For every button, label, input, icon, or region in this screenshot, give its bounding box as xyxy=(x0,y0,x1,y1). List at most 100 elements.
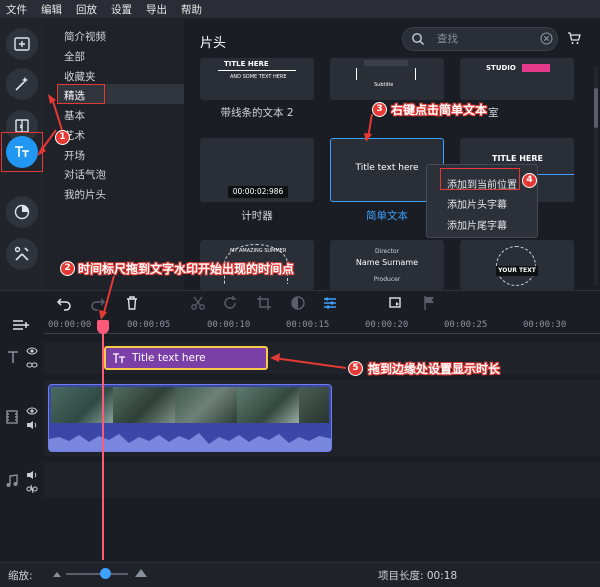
redo-icon[interactable] xyxy=(90,295,106,311)
tile-label-partial: 室 xyxy=(488,107,499,119)
menu-edit[interactable]: 编辑 xyxy=(41,2,62,17)
clip-properties-icon[interactable] xyxy=(322,295,338,311)
ruler-tick: 00:00:30 xyxy=(523,320,567,330)
titles-icon xyxy=(113,353,125,363)
featured-highlight-box xyxy=(57,84,105,104)
tile-art-text: Name Surname xyxy=(355,258,419,267)
title-tile-2[interactable]: Subtitle xyxy=(330,58,444,100)
ruler-tick: 00:00:15 xyxy=(286,320,330,330)
playhead-line[interactable] xyxy=(102,320,104,560)
tile-art-text: Subtitle xyxy=(374,82,394,88)
clear-icon[interactable] xyxy=(540,32,553,45)
video-thumbnail xyxy=(299,387,329,423)
category-my-titles[interactable]: 我的片头 xyxy=(64,187,106,202)
zoom-slider-knob[interactable] xyxy=(100,568,111,579)
tools-icon xyxy=(14,246,29,261)
titles-highlight-box xyxy=(1,132,43,172)
delete-icon[interactable] xyxy=(124,295,140,311)
category-basic[interactable]: 基本 xyxy=(64,108,85,123)
ruler-tick: 00:00:25 xyxy=(444,320,488,330)
playhead-handle[interactable] xyxy=(97,320,109,334)
crop-icon[interactable] xyxy=(256,295,272,311)
title-tile-credits[interactable]: Director Name Surname Producer xyxy=(330,240,444,290)
search-icon xyxy=(412,33,425,46)
title-tile-your-text[interactable]: YOUR TEXT xyxy=(460,240,574,290)
tile-timer-text: 00:00:02:986 xyxy=(228,186,288,198)
zoom-in-icon[interactable] xyxy=(134,568,148,578)
title-clip[interactable]: Title text here xyxy=(104,346,268,370)
tile-label-timer: 计时器 xyxy=(241,210,273,222)
menu-bar: 文件 编辑 回放 设置 导出 帮助 xyxy=(0,0,600,18)
video-clip[interactable] xyxy=(48,384,332,452)
category-favorites[interactable]: 收藏夹 xyxy=(64,69,96,84)
scrollbar-thumb[interactable] xyxy=(594,88,598,128)
video-thumbnail xyxy=(113,387,175,423)
tile-art-text: STUDIO xyxy=(486,64,516,72)
more-tools-button[interactable] xyxy=(6,238,38,270)
annotation-badge-5: 5 xyxy=(348,361,363,376)
menu-file[interactable]: 文件 xyxy=(6,2,27,17)
menu-playback[interactable]: 回放 xyxy=(76,2,97,17)
category-speech-bubble[interactable]: 对话气泡 xyxy=(64,167,106,182)
eye-icon[interactable] xyxy=(26,406,38,416)
menu-export[interactable]: 导出 xyxy=(146,2,167,17)
ruler-tick: 00:00:00 xyxy=(48,320,92,330)
project-length: 项目长度: 00:18 xyxy=(378,570,458,582)
unlink-icon[interactable] xyxy=(26,484,38,494)
category-all[interactable]: 全部 xyxy=(64,49,85,64)
rotate-icon[interactable] xyxy=(222,295,238,311)
speaker-icon[interactable] xyxy=(26,420,38,430)
film-icon xyxy=(6,410,18,424)
annotation-badge-1: 1 xyxy=(55,130,70,145)
tile-art-text: MY AMAZING SUMMER xyxy=(230,248,287,254)
text-track-icon xyxy=(8,351,18,363)
zoom-slider-track[interactable] xyxy=(66,573,128,575)
category-intro[interactable]: 简介视频 xyxy=(64,29,106,44)
audio-track[interactable] xyxy=(44,462,600,498)
menu-settings[interactable]: 设置 xyxy=(111,2,132,17)
menu-add-opening-credits[interactable]: 添加片头字幕 xyxy=(447,196,507,211)
search-input[interactable]: 查找 xyxy=(402,27,558,51)
title-clip-label: Title text here xyxy=(132,352,206,364)
zoom-out-icon[interactable] xyxy=(52,570,62,578)
title-tile-timer[interactable]: 00:00:02:986 xyxy=(200,138,314,202)
stickers-button[interactable] xyxy=(6,196,38,228)
annotation-note-2: 时间标尺拖到文字水印开始出现的时间点 xyxy=(78,262,295,276)
menu-add-ending-credits[interactable]: 添加片尾字幕 xyxy=(447,217,507,232)
category-opening[interactable]: 开场 xyxy=(64,148,85,163)
ruler-tick: 00:00:10 xyxy=(207,320,251,330)
tile-art-text: TITLE HERE xyxy=(492,154,544,163)
marker-flag-icon[interactable] xyxy=(422,295,438,311)
export-clip-icon[interactable] xyxy=(388,295,404,311)
magic-wand-icon xyxy=(15,77,28,91)
sticker-icon xyxy=(14,204,30,220)
add-track-icon[interactable] xyxy=(12,318,30,332)
eye-icon[interactable] xyxy=(26,346,38,356)
annotation-badge-2: 2 xyxy=(60,261,75,276)
color-adjust-icon[interactable] xyxy=(290,295,306,311)
import-button[interactable] xyxy=(6,28,38,60)
video-thumbnail xyxy=(175,387,237,423)
tile-art-text: YOUR TEXT xyxy=(496,266,538,276)
annotation-badge-3: 3 xyxy=(372,102,387,117)
annotation-note-3: 右键点击简单文本 xyxy=(391,103,488,117)
audio-waveform xyxy=(49,433,331,451)
panel-title: 片头 xyxy=(200,36,227,51)
cut-icon[interactable] xyxy=(190,295,206,311)
title-tile-lines-2[interactable]: TITLE HERE AND SOME TEXT HERE xyxy=(200,58,314,100)
category-list: 简介视频 全部 收藏夹 精选 基本 艺术 开场 对话气泡 我的片头 xyxy=(44,18,184,290)
menu-help[interactable]: 帮助 xyxy=(181,2,202,17)
title-tile-studio[interactable]: STUDIO xyxy=(460,58,574,100)
undo-icon[interactable] xyxy=(56,295,72,311)
annotation-badge-4: 4 xyxy=(522,173,537,188)
link-icon[interactable] xyxy=(26,360,38,370)
ruler-tick: 00:00:05 xyxy=(127,320,171,330)
tile-art-text: Director xyxy=(374,248,400,255)
context-menu-highlight-box xyxy=(440,168,520,190)
music-note-icon xyxy=(6,474,18,487)
add-folder-icon xyxy=(14,37,30,51)
cart-icon[interactable] xyxy=(567,31,581,45)
speaker-icon[interactable] xyxy=(26,470,38,480)
video-thumbnail xyxy=(237,387,299,423)
effects-button[interactable] xyxy=(6,68,38,100)
